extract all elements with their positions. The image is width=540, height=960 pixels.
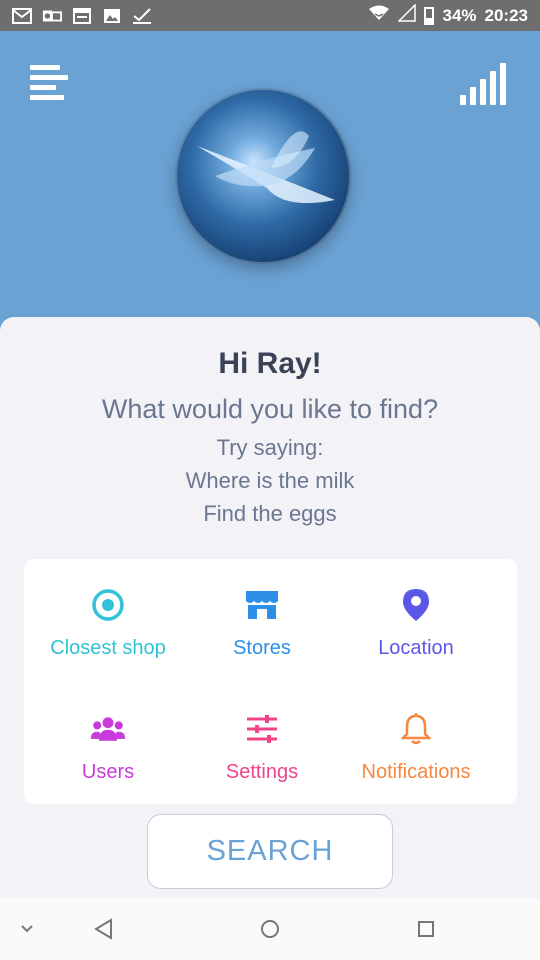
hint-line: Where is the milk: [185, 468, 355, 493]
recents-icon[interactable]: [413, 916, 439, 942]
hint-line: Try saying:: [216, 435, 324, 460]
battery-percent: 34%: [442, 5, 477, 25]
home-icon[interactable]: [257, 916, 283, 942]
tile-label: Closest shop: [50, 637, 166, 659]
battery-icon: [424, 6, 435, 25]
status-bar: 34% 20:23: [0, 0, 540, 31]
hint-line: Find the eggs: [203, 501, 337, 526]
navigation-bar: [0, 898, 540, 960]
map-pin-icon: [398, 587, 434, 623]
back-icon[interactable]: [91, 916, 117, 942]
menu-icon[interactable]: [30, 65, 68, 103]
check-icon: [132, 7, 152, 24]
gmail-icon: [12, 7, 32, 24]
tile-label: Location: [378, 637, 454, 659]
sliders-icon: [244, 711, 280, 747]
shortcut-grid: Closest shop Stores Location Users Setti…: [24, 559, 517, 804]
tile-label: Settings: [225, 761, 299, 783]
bottom-area: SEARCH: [0, 804, 540, 898]
target-icon: [90, 587, 126, 623]
tile-closest-shop[interactable]: Closest shop: [26, 559, 190, 669]
users-icon: [90, 711, 126, 747]
tile-users[interactable]: Users: [26, 683, 190, 793]
wifi-icon: [368, 5, 390, 26]
bell-icon: [398, 711, 434, 747]
header: [0, 31, 540, 321]
system-status: 34% 20:23: [368, 3, 528, 27]
cell-signal-icon: [397, 3, 417, 27]
tile-settings[interactable]: Settings: [180, 683, 344, 793]
main-card: Hi Ray! What would you like to find? Try…: [0, 317, 540, 804]
prompt-question: What would you like to find?: [101, 394, 439, 424]
store-icon: [244, 587, 280, 623]
notification-icons: [12, 7, 152, 24]
tile-stores[interactable]: Stores: [180, 559, 344, 669]
voice-assistant-orb[interactable]: [175, 88, 351, 264]
search-button[interactable]: SEARCH: [147, 814, 393, 889]
tile-label: Users: [81, 761, 135, 783]
tile-label: Stores: [233, 637, 291, 659]
greeting: Hi Ray!: [218, 347, 322, 380]
collapse-icon[interactable]: [14, 916, 40, 942]
gallery-icon: [102, 7, 122, 24]
outlook-icon: [42, 7, 62, 24]
tile-notifications[interactable]: Notifications: [334, 683, 498, 793]
tile-location[interactable]: Location: [334, 559, 498, 669]
clock: 20:23: [484, 5, 528, 25]
tile-label: Notifications: [361, 761, 471, 783]
signal-strength-icon[interactable]: [460, 63, 508, 105]
calendar-icon: [72, 7, 92, 24]
